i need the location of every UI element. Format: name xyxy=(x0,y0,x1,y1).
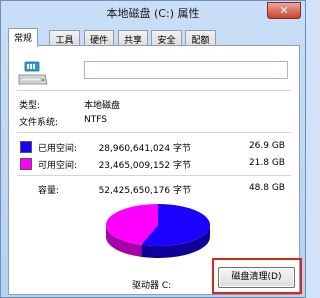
close-button[interactable]: ✕ xyxy=(267,2,301,19)
type-label: 类型: xyxy=(19,101,41,111)
used-space-size: 26.9 GB xyxy=(248,141,285,151)
free-space-bytes: 23,465,009,152 字节 xyxy=(98,161,191,171)
divider xyxy=(17,132,291,133)
disk-usage-pie-chart xyxy=(106,204,210,258)
tab-tools[interactable]: 工具 xyxy=(49,30,80,46)
used-space-bytes: 28,960,641,024 字节 xyxy=(98,144,191,154)
divider xyxy=(17,175,291,176)
capacity-size: 48.8 GB xyxy=(248,183,285,193)
free-space-swatch xyxy=(20,158,32,170)
tab-general[interactable]: 常规 xyxy=(8,28,38,47)
drive-name-input[interactable] xyxy=(84,61,288,79)
tab-strip: 常规 工具 硬件 共享 安全 配额 xyxy=(8,28,300,47)
general-tab-panel: 类型: 本地磁盘 文件系统: NTFS 已用空间: 28,960,641,024… xyxy=(8,45,302,295)
used-space-swatch xyxy=(20,141,32,153)
title-bar[interactable]: 本地磁盘 (C:) 属性 ✕ xyxy=(1,1,305,23)
divider xyxy=(17,90,291,91)
properties-window: 本地磁盘 (C:) 属性 ✕ 常规 工具 硬件 共享 安全 配额 类型: 本地磁… xyxy=(0,0,306,298)
window-title: 本地磁盘 (C:) 属性 xyxy=(106,7,200,20)
filesystem-label: 文件系统: xyxy=(19,118,59,128)
capacity-label: 容量: xyxy=(38,186,60,196)
free-space-label: 可用空间: xyxy=(38,161,78,171)
free-space-size: 21.8 GB xyxy=(248,158,285,168)
tab-quota[interactable]: 配额 xyxy=(185,30,216,46)
filesystem-value: NTFS xyxy=(84,115,107,125)
hard-drive-icon xyxy=(18,61,48,85)
tab-hardware[interactable]: 硬件 xyxy=(84,30,114,46)
disk-cleanup-button[interactable]: 磁盘清理(D) xyxy=(218,267,295,288)
tab-security[interactable]: 安全 xyxy=(151,30,182,46)
drive-label: 驱动器 C: xyxy=(132,281,172,291)
tab-sharing[interactable]: 共享 xyxy=(118,30,148,46)
type-value: 本地磁盘 xyxy=(84,101,121,111)
capacity-bytes: 52,425,650,176 字节 xyxy=(98,186,191,196)
used-space-label: 已用空间: xyxy=(38,144,78,154)
